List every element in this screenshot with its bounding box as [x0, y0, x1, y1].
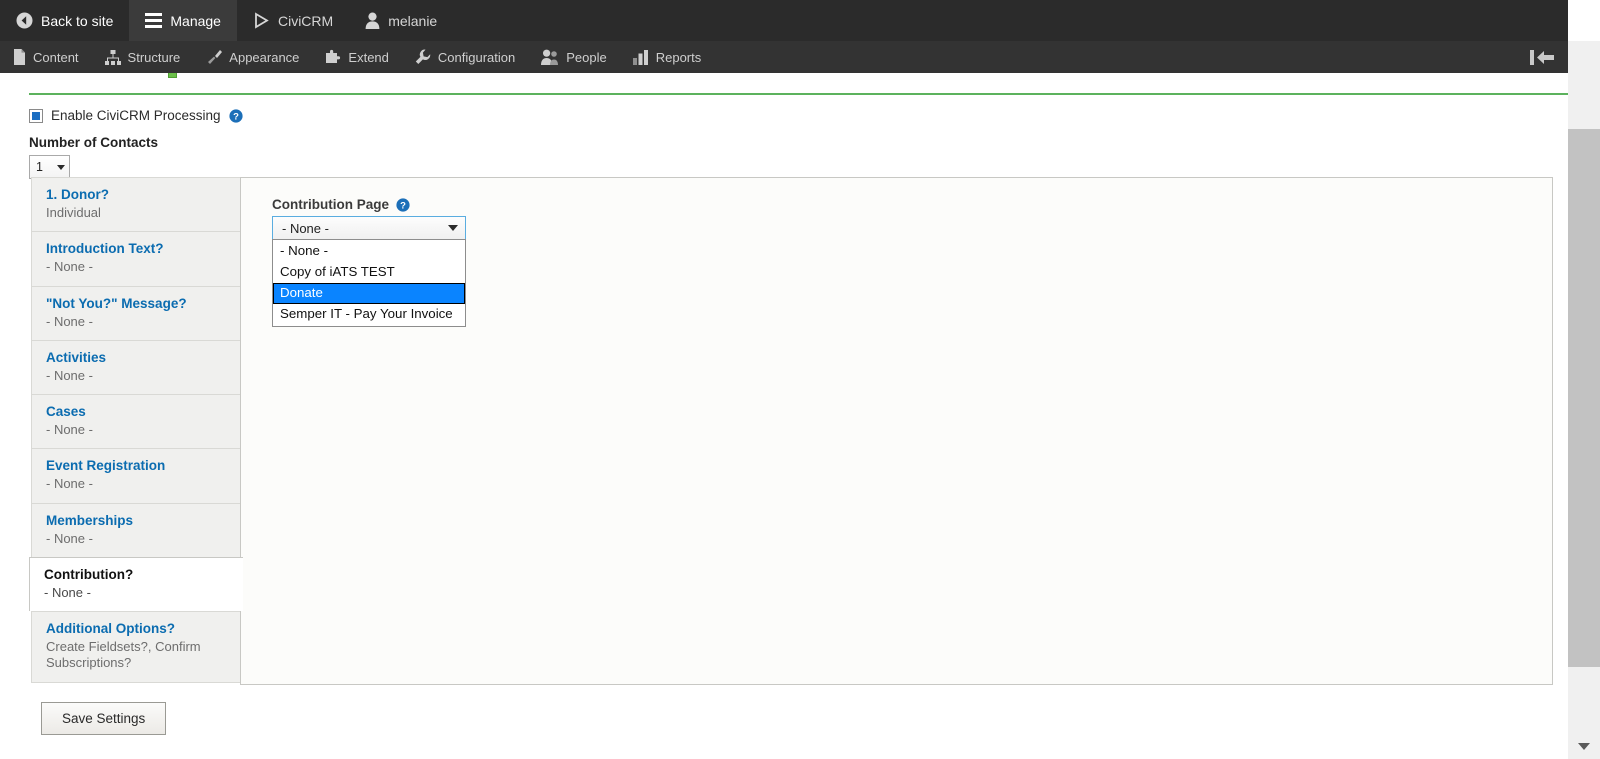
user-icon: [365, 12, 380, 29]
tab-subtitle: - None -: [46, 422, 93, 437]
toolbar-item-people[interactable]: People: [528, 41, 619, 73]
enable-civicrm-processing-row: Enable CiviCRM Processing ?: [29, 108, 243, 123]
toolbar-item-label: Back to site: [41, 12, 114, 29]
number-of-contacts-select[interactable]: 1: [29, 155, 70, 179]
tab-title: 1. Donor?: [46, 187, 109, 202]
tab-subtitle: - None -: [46, 476, 93, 492]
toolbar-item-civicrm[interactable]: CiviCRM: [237, 0, 349, 41]
toolbar-item-appearance[interactable]: Appearance: [193, 41, 312, 73]
toolbar-item-label: Extend: [348, 49, 389, 65]
toolbar-item-label: CiviCRM: [277, 12, 334, 29]
toolbar-item-label: Reports: [655, 49, 702, 65]
save-settings-button[interactable]: Save Settings: [41, 702, 167, 735]
sidebar-item-donor[interactable]: 1. Donor? Individual: [31, 177, 241, 232]
toolbar-item-label: Content: [33, 49, 79, 65]
contribution-page-selected-value: - None -: [282, 220, 329, 236]
sidebar-item-activities[interactable]: Activities - None -: [31, 339, 241, 394]
dropdown-option-selected[interactable]: Donate: [273, 282, 465, 304]
tab-title: Cases: [46, 404, 86, 419]
toolbar-item-configuration[interactable]: Configuration: [402, 41, 528, 73]
tab-title: Memberships: [46, 512, 134, 528]
toolbar-item-user-account[interactable]: melanie: [349, 0, 453, 41]
toolbar-item-label: Appearance: [229, 49, 300, 65]
sidebar-item-event-registration[interactable]: Event Registration - None -: [31, 448, 241, 503]
chevron-down-icon[interactable]: [1578, 743, 1590, 750]
svg-text:?: ?: [233, 111, 239, 122]
contribution-page-dropdown-list[interactable]: - None - Copy of iATS TEST Donate Semper…: [272, 239, 466, 327]
page-icon: [13, 49, 26, 65]
bar-chart-icon: [632, 49, 649, 65]
toolbar-collapse-button[interactable]: [1530, 41, 1554, 73]
toolbar-item-content[interactable]: Content: [0, 41, 92, 73]
sidebar-item-memberships[interactable]: Memberships - None -: [31, 502, 241, 557]
number-of-contacts-label: Number of Contacts: [29, 135, 159, 150]
tab-subtitle: Individual: [46, 205, 101, 220]
toolbar-item-label: People: [566, 49, 607, 65]
collapse-bar: [1530, 49, 1534, 65]
toolbar-item-extend[interactable]: Extend: [312, 41, 401, 73]
contribution-settings-panel: Contribution Page ? - None - - None - Co…: [240, 177, 1553, 685]
tab-title: Event Registration: [46, 458, 166, 474]
tab-subtitle: - None -: [46, 313, 93, 329]
sidebar-item-introduction-text[interactable]: Introduction Text? - None -: [31, 231, 241, 286]
sitemap-icon: [104, 49, 121, 65]
help-circle-icon[interactable]: ?: [396, 197, 410, 212]
tab-title: Additional Options?: [46, 621, 175, 636]
enable-civicrm-processing-checkbox[interactable]: [29, 108, 43, 123]
puzzle-icon: [325, 49, 341, 65]
tab-subtitle: - None -: [44, 584, 91, 600]
chevron-down-icon: [57, 164, 65, 170]
tab-title: "Not You?" Message?: [46, 295, 187, 311]
chevron-down-icon: [448, 225, 458, 231]
toolbar-primary-row: Back to site Manage CiviCRM melanie: [0, 0, 1568, 41]
collapse-left-icon: [1537, 50, 1554, 64]
tab-subtitle: Create Fieldsets?, Confirm Subscriptions…: [46, 639, 201, 671]
toolbar-item-label: melanie: [388, 12, 438, 29]
toolbar-item-structure[interactable]: Structure: [92, 41, 194, 73]
tab-subtitle: - None -: [46, 367, 93, 383]
status-message-clipped: [168, 73, 177, 78]
toolbar-item-label: Configuration: [437, 49, 516, 65]
dropdown-option[interactable]: - None -: [273, 241, 465, 262]
people-icon: [541, 49, 559, 65]
back-circle-icon: [16, 12, 33, 29]
help-circle-icon[interactable]: ?: [228, 108, 243, 123]
sidebar-item-contribution[interactable]: Contribution? - None -: [29, 556, 243, 611]
enable-civicrm-processing-label: Enable CiviCRM Processing: [51, 108, 221, 123]
toolbar-item-manage[interactable]: Manage: [129, 0, 237, 41]
admin-toolbar: Back to site Manage CiviCRM melanie Cont…: [0, 0, 1568, 73]
toolbar-item-reports[interactable]: Reports: [620, 41, 715, 73]
sidebar-item-additional-options[interactable]: Additional Options? Create Fieldsets?, C…: [31, 611, 241, 683]
toolbar-item-label: Structure: [127, 49, 181, 65]
contribution-page-label: Contribution Page: [272, 197, 389, 212]
hamburger-icon: [145, 13, 163, 28]
paintbrush-icon: [206, 49, 223, 65]
page-scrollbar[interactable]: [1568, 41, 1600, 759]
civicrm-logo-icon: [253, 12, 270, 29]
contribution-page-label-row: Contribution Page ?: [272, 197, 410, 212]
toolbar-secondary-row: Content Structure Appearance Extend Conf…: [0, 41, 1568, 73]
toolbar-item-label: Manage: [170, 12, 221, 29]
toolbar-item-back-to-site[interactable]: Back to site: [0, 0, 129, 41]
tab-subtitle: - None -: [46, 259, 93, 275]
dropdown-option[interactable]: Copy of iATS TEST: [273, 262, 465, 283]
number-of-contacts-value: 1: [36, 160, 43, 174]
tab-title: Activities: [46, 349, 107, 365]
sidebar-item-not-you-message[interactable]: "Not You?" Message? - None -: [31, 285, 241, 340]
scrollbar-thumb[interactable]: [1568, 129, 1600, 667]
contribution-page-select[interactable]: - None -: [272, 216, 466, 240]
tab-title: Introduction Text?: [46, 241, 164, 257]
tab-subtitle: - None -: [46, 530, 93, 546]
wrench-icon: [415, 49, 431, 65]
section-divider: [29, 93, 1568, 95]
svg-text:?: ?: [400, 200, 406, 211]
webform-section-tabs: 1. Donor? Individual Introduction Text? …: [29, 177, 243, 683]
page-content: Enable CiviCRM Processing ? Number of Co…: [0, 73, 1568, 759]
tab-title: Contribution?: [44, 566, 134, 582]
sidebar-item-cases[interactable]: Cases - None -: [31, 394, 241, 449]
dropdown-option[interactable]: Semper IT - Pay Your Invoice: [273, 304, 465, 325]
